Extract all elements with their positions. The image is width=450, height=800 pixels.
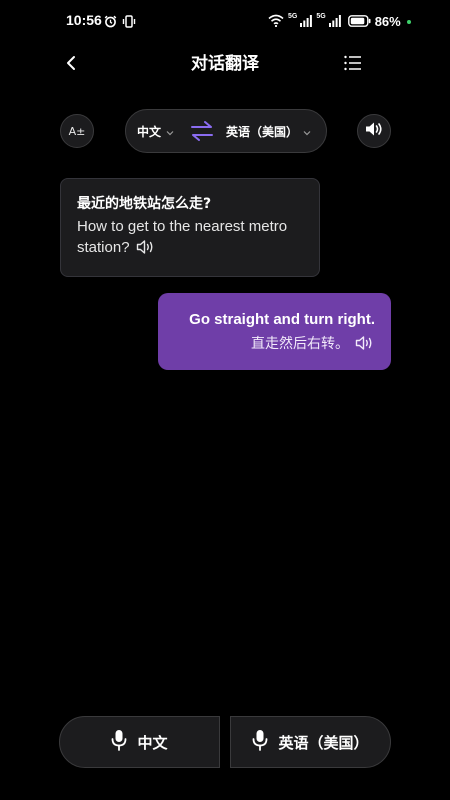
back-button[interactable]: [58, 52, 84, 78]
source-language-label: 中文: [137, 125, 162, 139]
microphone-icon: [252, 729, 268, 755]
vibrate-icon: [122, 13, 136, 32]
speak-target-language-label: 英语（美国）: [278, 733, 369, 752]
history-list-button[interactable]: [340, 52, 366, 78]
signal-icon: [300, 12, 313, 31]
battery-percent: 86%: [374, 14, 401, 29]
speak-target-language-button[interactable]: 英语（美国）: [230, 716, 391, 768]
message-original-text: 最近的地铁站怎么走?: [77, 196, 212, 212]
back-icon: [64, 55, 78, 75]
font-size-button[interactable]: A±: [60, 114, 94, 148]
microphone-icon: [111, 729, 127, 755]
source-language-select[interactable]: 中文: [137, 123, 174, 140]
status-bar: 10:56 5G 5G 86%: [0, 0, 450, 40]
speak-source-language-label: 中文: [137, 733, 168, 752]
swap-icon: [190, 121, 214, 146]
auto-play-speaker-button[interactable]: [357, 114, 391, 148]
network-type-label-1: 5G: [288, 13, 298, 20]
network-type-label-2: 5G: [316, 13, 326, 20]
list-icon: [344, 55, 362, 75]
message-bubble-outgoing: Go straight and turn right. 直走然后右转。: [158, 293, 391, 370]
status-icons-right: 5G 5G 86%: [268, 12, 411, 31]
message-bubble-incoming: 最近的地铁站怎么走? How to get to the nearest met…: [60, 178, 320, 277]
status-time: 10:56: [66, 12, 102, 28]
chevron-down-icon: [166, 125, 174, 139]
speak-source-language-button[interactable]: 中文: [59, 716, 220, 768]
chevron-down-icon: [303, 125, 311, 139]
status-icons-left: [104, 13, 136, 32]
play-audio-icon[interactable]: [136, 239, 156, 261]
message-translation-text: 直走然后右转。: [174, 334, 375, 357]
page-title: 对话翻译: [191, 54, 259, 74]
message-translation-text: How to get to the nearest metro station?: [77, 216, 303, 261]
font-size-icon: A±: [68, 124, 86, 138]
signal-icon: [328, 12, 341, 31]
wifi-icon: [268, 12, 284, 31]
language-selector: 中文 英语（美国）: [125, 109, 327, 153]
speaker-icon: [365, 121, 383, 141]
charging-indicator: [406, 19, 411, 24]
alarm-icon: [104, 13, 117, 32]
message-original-text: Go straight and turn right.: [189, 311, 375, 328]
target-language-label: 英语（美国）: [226, 125, 299, 139]
swap-languages-button[interactable]: [190, 120, 214, 146]
target-language-select[interactable]: 英语（美国）: [226, 123, 311, 140]
battery-icon: [347, 12, 371, 31]
play-audio-icon[interactable]: [355, 335, 375, 357]
